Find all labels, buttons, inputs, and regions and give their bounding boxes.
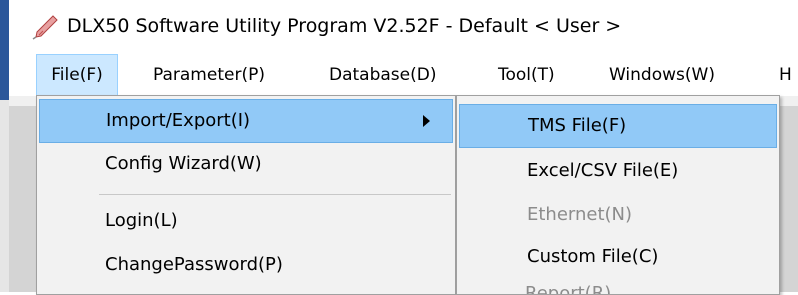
menu-item-change-password[interactable]: ChangePassword(P) bbox=[39, 244, 453, 288]
menu-bar: File(F) Parameter(P) Database(D) Tool(T)… bbox=[9, 54, 798, 96]
window-left-border bbox=[0, 0, 9, 100]
menu-item-custom-file[interactable]: Custom File(C) bbox=[459, 236, 777, 280]
menu-item-report: Report(R) bbox=[525, 284, 611, 294]
menu-database[interactable]: Database(D) bbox=[329, 54, 436, 96]
menu-item-label: ChangePassword(P) bbox=[105, 254, 283, 275]
import-export-submenu: TMS File(F) Excel/CSV File(E) Ethernet(N… bbox=[456, 95, 780, 295]
menu-help[interactable]: H bbox=[779, 54, 792, 96]
menu-item-label: Ethernet(N) bbox=[527, 204, 633, 225]
menu-item-excel-csv-file[interactable]: Excel/CSV File(E) bbox=[459, 150, 777, 194]
chevron-right-icon bbox=[423, 115, 430, 127]
window-title: DLX50 Software Utility Program V2.52F - … bbox=[67, 15, 622, 37]
file-menu-dropdown: Import/Export(I) Config Wizard(W) Login(… bbox=[36, 95, 456, 295]
menu-item-login[interactable]: Login(L) bbox=[39, 200, 453, 244]
pen-icon bbox=[31, 14, 59, 40]
menu-separator bbox=[99, 194, 451, 195]
menu-item-config-wizard[interactable]: Config Wizard(W) bbox=[39, 143, 453, 187]
menu-tool[interactable]: Tool(T) bbox=[498, 54, 555, 96]
menu-item-label: TMS File(F) bbox=[528, 115, 627, 136]
title-bar: DLX50 Software Utility Program V2.52F - … bbox=[9, 0, 798, 52]
menu-item-label: Import/Export(I) bbox=[106, 110, 251, 131]
menu-parameter[interactable]: Parameter(P) bbox=[153, 54, 265, 96]
menu-item-label: Custom File(C) bbox=[527, 246, 659, 267]
menu-item-import-export[interactable]: Import/Export(I) bbox=[39, 99, 453, 143]
menu-item-ethernet: Ethernet(N) bbox=[459, 194, 777, 238]
menu-item-label: Login(L) bbox=[105, 210, 178, 231]
menu-file[interactable]: File(F) bbox=[36, 54, 118, 96]
menu-windows[interactable]: Windows(W) bbox=[609, 54, 715, 96]
menu-item-label: Excel/CSV File(E) bbox=[527, 160, 679, 181]
window-left-border-lower bbox=[0, 100, 9, 292]
menu-item-tms-file[interactable]: TMS File(F) bbox=[459, 104, 777, 148]
menu-item-label: Config Wizard(W) bbox=[105, 153, 262, 174]
